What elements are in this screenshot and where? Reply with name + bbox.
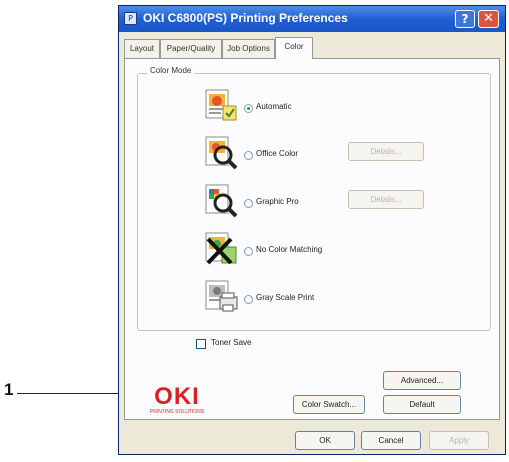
no-color-matching-radio[interactable]	[244, 247, 253, 256]
office-color-details-button[interactable]: Details...	[348, 142, 424, 161]
automatic-label[interactable]: Automatic	[256, 102, 292, 111]
toner-save-label[interactable]: Toner Save	[211, 338, 251, 347]
graphic-pro-details-button[interactable]: Details...	[348, 190, 424, 209]
office-color-label[interactable]: Office Color	[256, 149, 298, 158]
oki-logo: OKI PRINTING SOLUTIONS	[144, 383, 210, 416]
graphic-pro-icon	[203, 183, 239, 219]
color-tab-panel: Color Mode Automatic Office Color Detail…	[124, 58, 500, 420]
cancel-button[interactable]: Cancel	[361, 431, 421, 450]
callout-number: 1	[4, 380, 14, 399]
color-mode-label: Color Mode	[147, 66, 195, 75]
tab-color[interactable]: Color	[275, 37, 313, 59]
toner-save-checkbox[interactable]	[196, 339, 206, 349]
tab-layout[interactable]: Layout	[124, 39, 160, 58]
automatic-color-icon	[203, 88, 239, 124]
color-swatch-button[interactable]: Color Swatch...	[293, 395, 365, 414]
tab-job-options[interactable]: Job Options	[222, 39, 275, 58]
printing-preferences-dialog: P OKI C6800(PS) Printing Preferences ? ✕…	[118, 5, 506, 455]
ok-button[interactable]: OK	[295, 431, 355, 450]
tab-paper-quality[interactable]: Paper/Quality	[160, 39, 222, 58]
no-color-matching-label[interactable]: No Color Matching	[256, 245, 322, 254]
default-button[interactable]: Default	[383, 395, 461, 414]
office-color-icon	[203, 135, 239, 171]
close-button[interactable]: ✕	[478, 10, 499, 28]
title-bar[interactable]: P OKI C6800(PS) Printing Preferences ? ✕	[119, 6, 505, 32]
help-button[interactable]: ?	[455, 10, 475, 28]
no-color-matching-icon	[203, 231, 239, 267]
oki-logo-text: OKI	[154, 383, 200, 410]
graphic-pro-radio[interactable]	[244, 199, 253, 208]
printer-icon: P	[124, 12, 137, 25]
window-title: OKI C6800(PS) Printing Preferences	[143, 11, 348, 25]
gray-scale-print-icon	[203, 279, 239, 315]
advanced-button[interactable]: Advanced...	[383, 371, 461, 390]
graphic-pro-label[interactable]: Graphic Pro	[256, 197, 299, 206]
gray-scale-print-label[interactable]: Gray Scale Print	[256, 293, 314, 302]
oki-logo-tagline: PRINTING SOLUTIONS	[149, 409, 205, 415]
automatic-radio[interactable]	[244, 104, 253, 113]
office-color-radio[interactable]	[244, 151, 253, 160]
gray-scale-print-radio[interactable]	[244, 295, 253, 304]
apply-button[interactable]: Apply	[429, 431, 489, 450]
